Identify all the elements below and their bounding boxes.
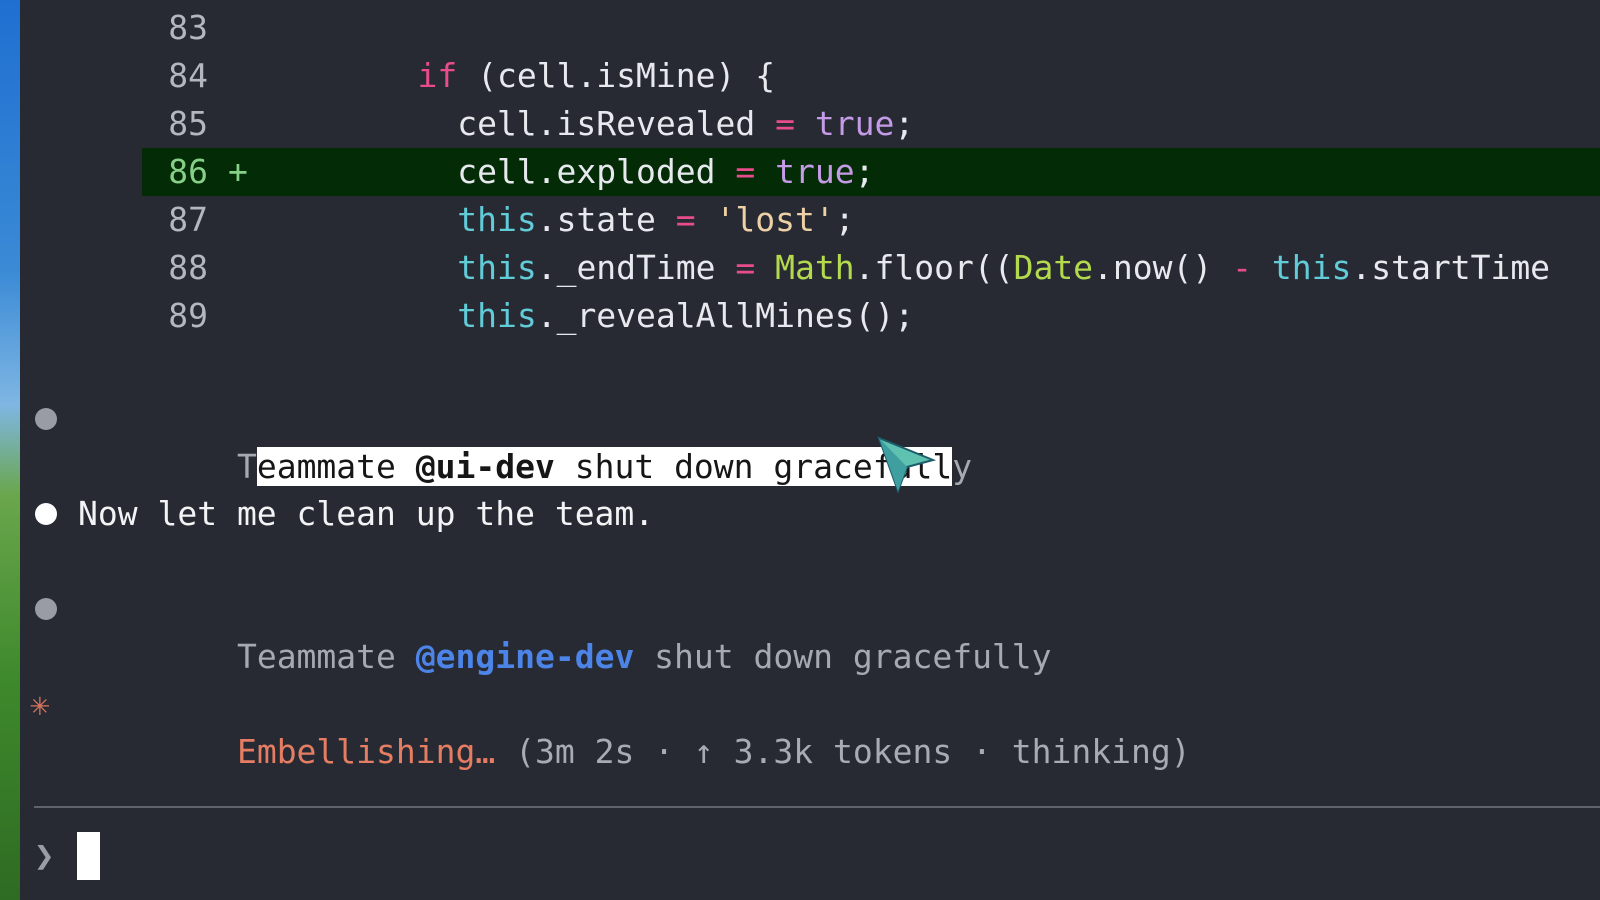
code-token: ;	[854, 152, 875, 191]
status-bullet-icon	[35, 408, 57, 430]
message-prefix: Teammate	[236, 637, 416, 676]
status-action: Embellishing…	[236, 732, 496, 771]
code-token: ._revealAllMines();	[536, 296, 915, 335]
code-content: cell.isRevealed = true;	[338, 100, 914, 148]
line-number: 89	[168, 296, 208, 335]
code-line-83: 83	[142, 4, 1600, 52]
input-divider	[34, 806, 1600, 808]
ui-dev-shutdown-message: Teammate @ui-dev shut down gracefully	[20, 395, 1580, 486]
line-number: 88	[168, 248, 208, 287]
code-token: Date	[1013, 248, 1094, 287]
line-number: 84	[168, 56, 208, 95]
code-token: -	[1232, 248, 1253, 287]
code-token: this	[457, 296, 537, 335]
cleanup-message: Now let me clean up the team.	[20, 490, 1580, 538]
status-details: (3m 2s · ↑ 3.3k tokens · thinking)	[495, 732, 1191, 771]
message-last-letter: y	[952, 447, 973, 486]
code-content: this.state = 'lost';	[338, 196, 855, 244]
code-token: ._endTime	[536, 248, 736, 287]
teammate-handle-ui-dev: @ui-dev	[415, 447, 555, 486]
code-token: if	[417, 56, 458, 95]
line-number: 87	[168, 200, 208, 239]
prompt-chevron-icon: ❯	[34, 836, 55, 876]
code-token: this	[457, 200, 537, 239]
working-status-line: ✳ Embellishing… (3m 2s · ↑ 3.3k tokens ·…	[20, 680, 1580, 771]
code-line-84: 84 if (cell.isMine) {	[142, 52, 1600, 100]
code-token: =	[735, 152, 756, 191]
code-token: (cell.isMine) {	[457, 56, 776, 95]
code-token: =	[735, 248, 756, 287]
teammate-handle-engine-dev: @engine-dev	[415, 637, 635, 676]
selected-text-highlight[interactable]: eammate @ui-dev shut down gracefull	[256, 447, 953, 486]
terminal-window: 83 84 if (cell.isMine) { 85 cell.isRevea…	[20, 0, 1600, 900]
code-token: =	[675, 200, 696, 239]
mouse-pointer-icon	[877, 436, 937, 494]
code-content: cell.exploded = true;	[338, 148, 874, 196]
code-token: .state	[536, 200, 676, 239]
message-text: Now let me clean up the team.	[78, 494, 655, 533]
line-number: 83	[168, 8, 208, 47]
selected-prefix: eammate	[256, 447, 416, 486]
code-content: this._endTime = Math.floor((Date.now() -…	[338, 244, 1550, 292]
line-number: 85	[168, 104, 208, 143]
status-bullet-icon	[35, 598, 57, 620]
code-token: cell.exploded	[338, 152, 736, 191]
code-token: Math	[775, 248, 855, 287]
code-line-89: 89 this._revealAllMines();	[142, 292, 1600, 340]
code-content: if (cell.isMine) {	[338, 52, 775, 100]
assistant-bullet-icon	[35, 503, 57, 525]
code-token: ;	[894, 104, 915, 143]
code-token: true	[814, 104, 895, 143]
code-line-85: 85 cell.isRevealed = true;	[142, 100, 1600, 148]
code-token: this	[1271, 248, 1352, 287]
spark-icon: ✳	[30, 684, 50, 723]
code-line-86-added: 86 + cell.exploded = true;	[142, 148, 1600, 196]
code-token: cell.isRevealed	[338, 104, 776, 143]
code-token: =	[775, 104, 795, 143]
added-line-marker: +	[228, 152, 248, 191]
engine-dev-shutdown-message: Teammate @engine-dev shut down gracefull…	[20, 585, 1580, 676]
code-token: .now()	[1093, 248, 1233, 287]
text-input-cursor[interactable]	[77, 832, 100, 880]
message-suffix: shut down gracefully	[634, 637, 1052, 676]
status-text: Embellishing… (3m 2s · ↑ 3.3k tokens · t…	[78, 680, 1191, 824]
code-token: .floor((	[854, 248, 1014, 287]
code-content: this._revealAllMines();	[338, 292, 914, 340]
code-token: ;	[834, 200, 855, 239]
code-token: true	[775, 152, 855, 191]
line-number: 86	[168, 152, 208, 191]
code-token: .startTime	[1351, 248, 1551, 287]
desktop-background-strip	[0, 0, 20, 900]
code-token: 'lost'	[715, 200, 835, 239]
message-first-letter: T	[236, 447, 257, 486]
code-line-87: 87 this.state = 'lost';	[142, 196, 1600, 244]
code-line-88: 88 this._endTime = Math.floor((Date.now(…	[142, 244, 1600, 292]
code-token: this	[457, 248, 537, 287]
